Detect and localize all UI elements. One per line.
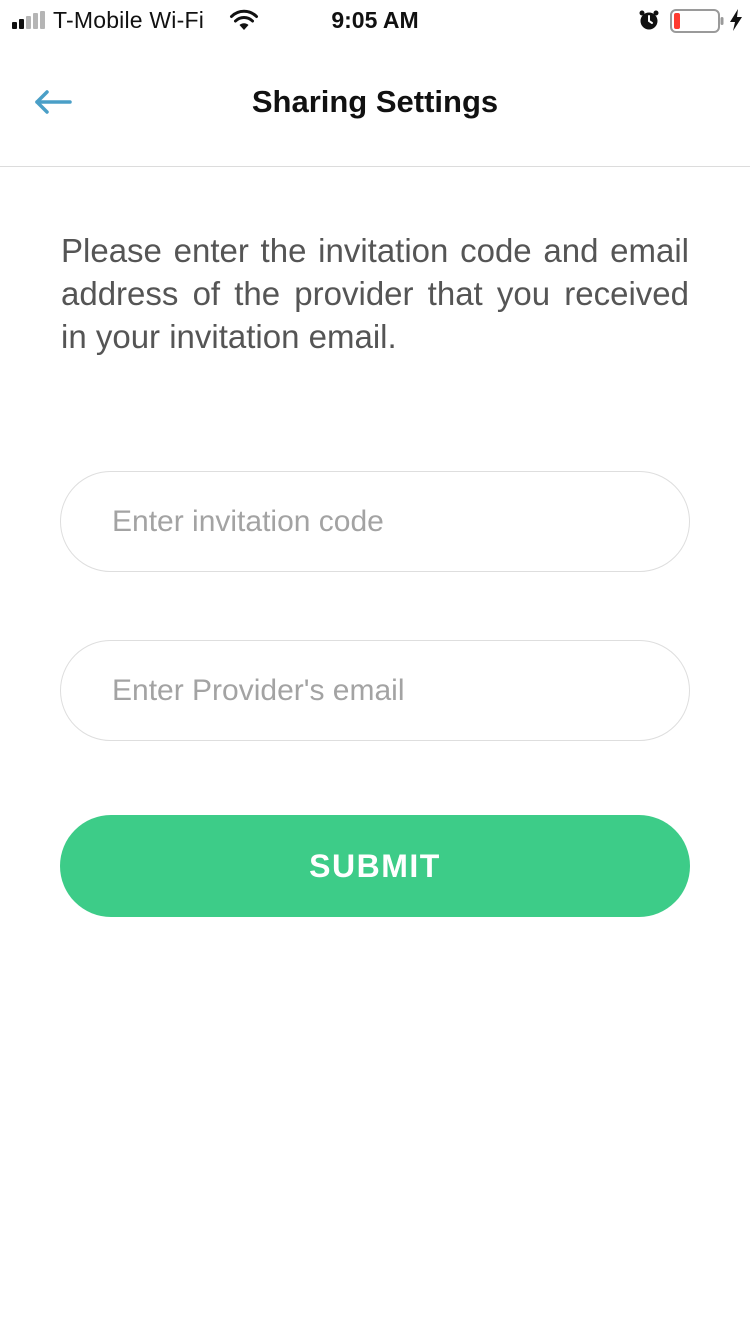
provider-email-field [60,640,690,741]
submit-button[interactable]: SUBMIT [60,815,690,917]
provider-email-input[interactable] [61,641,689,740]
battery-icon [670,9,724,33]
invitation-code-field [60,471,690,572]
nav-bar: Sharing Settings [0,40,750,167]
alarm-icon [639,10,659,30]
status-bar: T-Mobile Wi-Fi 9:05 AM [0,0,750,40]
instructions-text: Please enter the invitation code and ema… [61,232,689,355]
page-title: Sharing Settings [251,84,499,119]
charging-icon [730,9,742,31]
invitation-code-input[interactable] [61,472,689,571]
